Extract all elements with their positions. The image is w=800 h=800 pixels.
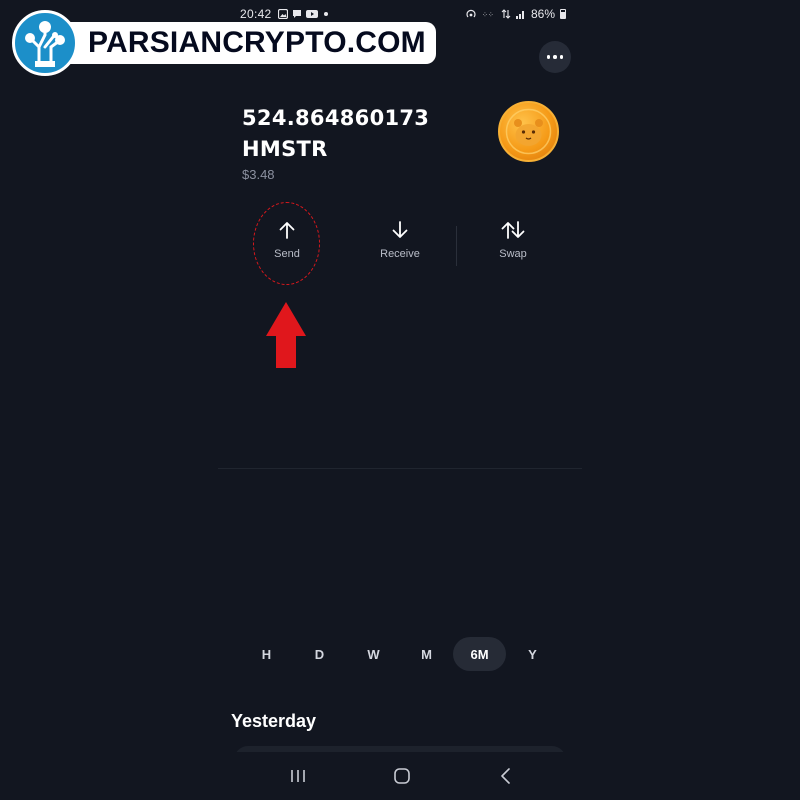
range-w-button[interactable]: W [347, 637, 400, 671]
home-icon[interactable] [390, 764, 414, 788]
data-arrows-icon [501, 9, 511, 19]
history-section-title: Yesterday [231, 711, 317, 731]
swap-button[interactable]: Swap [473, 220, 553, 260]
watermark: PARSIANCRYPTO.COM [12, 10, 436, 76]
more-options-button[interactable] [539, 41, 571, 73]
chart-separator [218, 468, 582, 469]
range-h-button[interactable]: H [240, 637, 293, 671]
svg-text:⁘⁘: ⁘⁘ [482, 11, 494, 19]
red-arrow-up-icon [266, 302, 306, 368]
range-y-button[interactable]: Y [506, 637, 559, 671]
range-6m-button[interactable]: 6M [453, 637, 506, 671]
volte-icon: ⁘⁘ [482, 11, 494, 19]
range-m-button[interactable]: M [400, 637, 453, 671]
token-balance: 524.864860173 [242, 106, 430, 130]
battery-percentage: 86% [531, 7, 556, 21]
arrow-down-icon [392, 221, 408, 238]
system-status-icons: ⁘⁘ 86% [465, 7, 567, 21]
watermark-text: PARSIANCRYPTO.COM [60, 22, 436, 64]
token-detail-screen: 20:42 ⁘⁘ 86% R PARSIANCRYPTO.COM [0, 0, 800, 800]
action-divider [456, 226, 457, 266]
back-icon[interactable] [494, 764, 518, 788]
battery-icon [560, 9, 567, 19]
hotspot-icon [466, 9, 476, 18]
signal-icon [516, 11, 524, 19]
range-d-button[interactable]: D [293, 637, 346, 671]
swap-arrows-icon [501, 221, 525, 239]
recent-apps-icon[interactable] [286, 764, 310, 788]
hamster-coin-icon [498, 101, 559, 162]
watermark-logo-icon [12, 10, 78, 76]
swap-label: Swap [499, 248, 527, 260]
receive-label: Receive [380, 248, 420, 260]
time-range-selector: H D W M 6M Y [240, 637, 560, 671]
system-nav-bar [0, 752, 800, 800]
send-highlight-circle [253, 202, 320, 285]
more-horizontal-icon [546, 55, 551, 59]
fiat-balance: $3.48 [242, 167, 275, 182]
token-symbol: HMSTR [242, 137, 328, 161]
receive-button[interactable]: Receive [360, 220, 440, 260]
